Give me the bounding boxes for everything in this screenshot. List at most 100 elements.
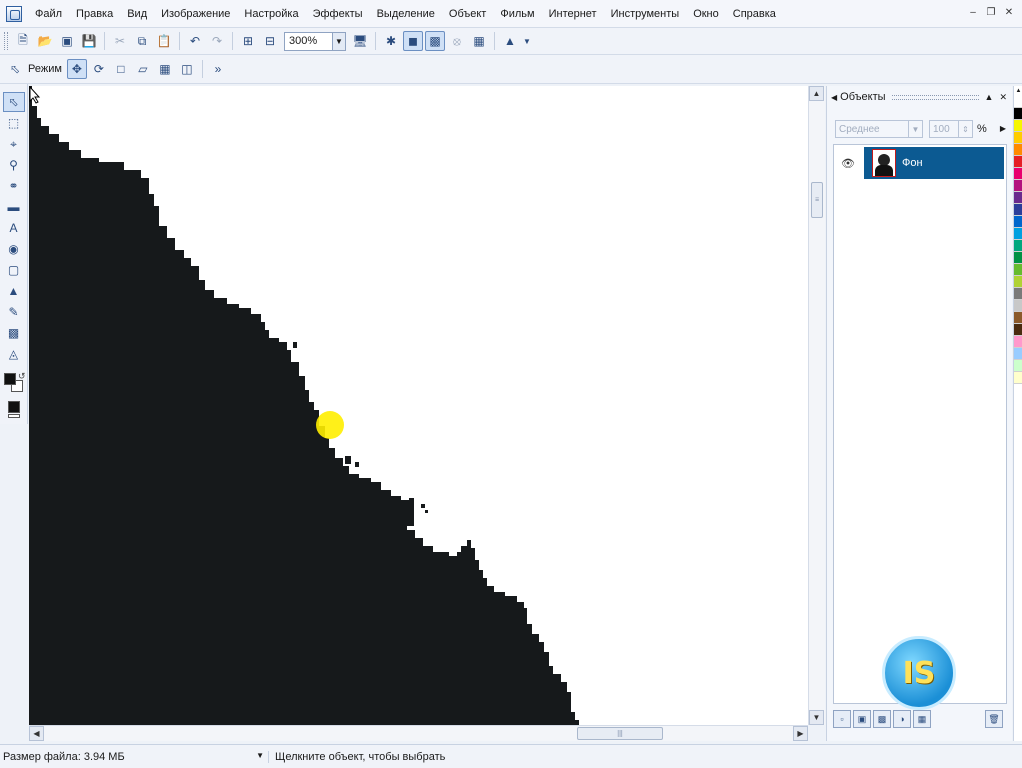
menu-mask[interactable]: Выделение <box>370 0 442 28</box>
minimize-icon[interactable]: – <box>966 5 980 19</box>
paint-tool-icon[interactable]: ✎ <box>3 302 25 322</box>
menu-file[interactable]: Файл <box>28 0 69 28</box>
fill-tool-icon[interactable]: ▲ <box>3 281 25 301</box>
palette-color-swatch[interactable] <box>1014 372 1022 384</box>
palette-color-swatch[interactable] <box>1014 360 1022 372</box>
palette-color-swatch[interactable] <box>1014 240 1022 252</box>
zoom-tool-icon[interactable]: ⚲ <box>3 155 25 175</box>
launch-app-icon[interactable]: ▲ <box>500 31 520 51</box>
position-mode-icon[interactable]: ✥ <box>66 59 87 79</box>
foreground-color-swatch[interactable] <box>3 373 16 385</box>
app-icon[interactable] <box>6 5 22 22</box>
image-canvas[interactable] <box>29 86 808 725</box>
palette-color-swatch[interactable] <box>1014 120 1022 132</box>
scroll-up-icon[interactable]: ▲ <box>809 86 824 101</box>
pick-tool-icon[interactable]: ⬁ <box>2 92 25 112</box>
vertical-scrollbar[interactable]: ▲ ≡ ▼ <box>808 86 825 725</box>
menu-effects[interactable]: Эффекты <box>306 0 370 28</box>
palette-color-swatch[interactable] <box>1014 348 1022 360</box>
docker-flyout-icon[interactable]: ▶ <box>1000 124 1006 133</box>
create-from-mask-icon[interactable]: ▣ <box>853 710 871 728</box>
skew-mode-icon[interactable]: ▱ <box>133 59 153 79</box>
remove-mask-icon[interactable]: ⦻ <box>447 31 467 51</box>
vertical-scroll-thumb[interactable]: ≡ <box>811 182 823 218</box>
combine-objects-icon[interactable]: ▩ <box>873 710 891 728</box>
menu-adjust[interactable]: Настройка <box>237 0 305 28</box>
scan-icon[interactable]: ▣ <box>57 31 77 51</box>
invert-mask-icon[interactable]: ▦ <box>469 31 489 51</box>
color-swatches[interactable]: ↺ <box>2 371 26 397</box>
docker-menu-icon[interactable]: ◀ <box>831 93 837 102</box>
palette-color-swatch[interactable] <box>1014 288 1022 300</box>
palette-color-swatch[interactable] <box>1014 156 1022 168</box>
distort-mode-icon[interactable]: ▦ <box>155 59 175 79</box>
opacity-spinner-icon[interactable]: ⇕ <box>958 121 972 137</box>
docker-collapse-icon[interactable]: ▲ <box>985 92 994 102</box>
horizontal-scrollbar[interactable]: ◀ ||| ▶ <box>29 725 808 741</box>
palette-color-swatch[interactable] <box>1014 132 1022 144</box>
menu-tools[interactable]: Инструменты <box>604 0 687 28</box>
properties-icon[interactable]: ▦ <box>913 710 931 728</box>
show-marquee-icon[interactable]: ◼ <box>403 31 423 51</box>
menu-help[interactable]: Справка <box>726 0 783 28</box>
paste-icon[interactable]: 📋 <box>154 31 174 51</box>
scroll-right-icon[interactable]: ▶ <box>793 726 808 741</box>
menu-web[interactable]: Интернет <box>542 0 604 28</box>
menu-edit[interactable]: Правка <box>69 0 120 28</box>
show-mask-overlay-icon[interactable]: ▩ <box>425 31 445 51</box>
palette-color-swatch[interactable] <box>1014 324 1022 336</box>
shape-tool-icon[interactable]: ▢ <box>3 260 25 280</box>
palette-color-swatch[interactable] <box>1014 228 1022 240</box>
opacity-field[interactable]: 100 ⇕ <box>929 120 973 138</box>
palette-color-swatch[interactable] <box>1014 276 1022 288</box>
menu-view[interactable]: Вид <box>120 0 154 28</box>
full-screen-preview-icon[interactable]: 🖥 <box>350 31 370 51</box>
new-object-icon[interactable]: ▫ <box>833 710 851 728</box>
eraser-tool-icon[interactable]: ▬ <box>3 197 25 217</box>
scroll-down-icon[interactable]: ▼ <box>809 710 824 725</box>
undo-icon[interactable]: ↶ <box>185 31 205 51</box>
effect-tool-icon[interactable]: ▩ <box>3 323 25 343</box>
rotate-mode-icon[interactable]: ⟳ <box>89 59 109 79</box>
palette-color-swatch[interactable] <box>1014 312 1022 324</box>
palette-scroll-up-icon[interactable]: ▲ <box>1014 86 1022 96</box>
eyedropper-tool-icon[interactable]: ⚭ <box>3 176 25 196</box>
palette-color-swatch[interactable] <box>1014 216 1022 228</box>
palette-color-swatch[interactable] <box>1014 180 1022 192</box>
palette-color-swatch[interactable] <box>1014 300 1022 312</box>
palette-color-swatch[interactable] <box>1014 336 1022 348</box>
palette-color-swatch[interactable] <box>1014 264 1022 276</box>
trash-icon[interactable]: 🗑 <box>985 710 1003 728</box>
red-eye-tool-icon[interactable]: ◉ <box>3 239 25 259</box>
new-lens-icon[interactable]: ◑ <box>893 710 911 728</box>
docker-close-icon[interactable]: ✕ <box>999 92 1007 103</box>
palette-color-swatch[interactable] <box>1014 108 1022 120</box>
menu-window[interactable]: Окно <box>686 0 726 28</box>
open-file-icon[interactable]: 📂 <box>35 31 55 51</box>
zoom-combo[interactable]: 300% ▼ <box>284 31 346 51</box>
perspective-mode-icon[interactable]: ◫ <box>177 59 197 79</box>
palette-color-swatch[interactable] <box>1014 192 1022 204</box>
layer-list[interactable]: 👁 Фон <box>833 144 1007 704</box>
more-options-icon[interactable]: » <box>208 59 228 79</box>
chevron-down-icon[interactable]: ▼ <box>256 751 264 760</box>
crop-tool-icon[interactable]: ⌖ <box>3 134 25 154</box>
fill-color-swatch[interactable] <box>7 401 20 413</box>
mask-tools-icon[interactable]: ✱ <box>381 31 401 51</box>
export-icon[interactable]: ⊟ <box>260 31 280 51</box>
layer-row[interactable]: 👁 Фон <box>836 147 1004 179</box>
chevron-down-icon[interactable]: ▼ <box>332 32 345 50</box>
menu-object[interactable]: Объект <box>442 0 493 28</box>
import-icon[interactable]: ⊞ <box>238 31 258 51</box>
palette-color-swatch[interactable] <box>1014 204 1022 216</box>
palette-color-swatch[interactable] <box>1014 252 1022 264</box>
save-icon[interactable]: 💾 <box>79 31 99 51</box>
layer-selected-row[interactable]: Фон <box>864 147 1004 179</box>
blend-mode-select[interactable]: Среднее ▼ <box>835 120 923 138</box>
text-tool-icon[interactable]: A <box>3 218 25 238</box>
palette-color-swatch[interactable] <box>1014 96 1022 108</box>
horizontal-scroll-thumb[interactable]: ||| <box>577 727 663 740</box>
menu-movie[interactable]: Фильм <box>493 0 541 28</box>
palette-color-swatch[interactable] <box>1014 144 1022 156</box>
file-size-status[interactable]: Размер файла: 3.94 МБ ▼ <box>0 751 268 763</box>
